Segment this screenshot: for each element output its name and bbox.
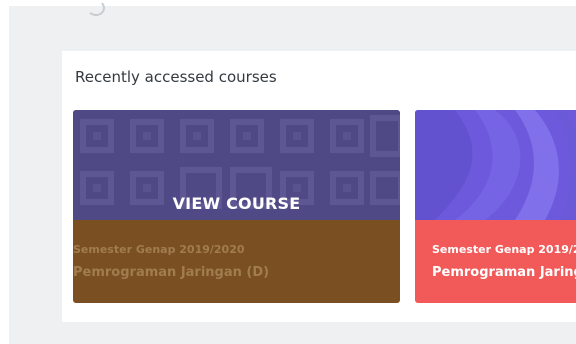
course-name-link[interactable]: Pemrograman Jaringan (D) [73,265,269,280]
course-category: Semester Genap 2019/2020 [73,243,245,256]
course-card-body: Semester Genap 2019/2020 Pemrograman Jar… [73,220,400,303]
course-image-pattern [415,110,576,220]
view-course-button[interactable]: VIEW COURSE [73,194,400,213]
course-image[interactable] [415,110,576,220]
panel-title: Recently accessed courses [75,68,277,86]
page-background: Recently accessed courses VIEW COURSE Se… [9,0,576,344]
course-category: Semester Genap 2019/2 [432,243,576,256]
course-card[interactable]: Semester Genap 2019/2 Pemrograman Jaring… [415,110,576,303]
partial-heading-glyph [87,0,105,16]
recently-accessed-courses-panel: Recently accessed courses VIEW COURSE Se… [62,51,576,322]
course-card[interactable]: VIEW COURSE Semester Genap 2019/2020 Pem… [73,110,400,303]
course-card-body: Semester Genap 2019/2 Pemrograman Jaring… [415,220,576,303]
course-name-link[interactable]: Pemrograman Jaringan [432,265,576,280]
course-image[interactable]: VIEW COURSE [73,110,400,220]
